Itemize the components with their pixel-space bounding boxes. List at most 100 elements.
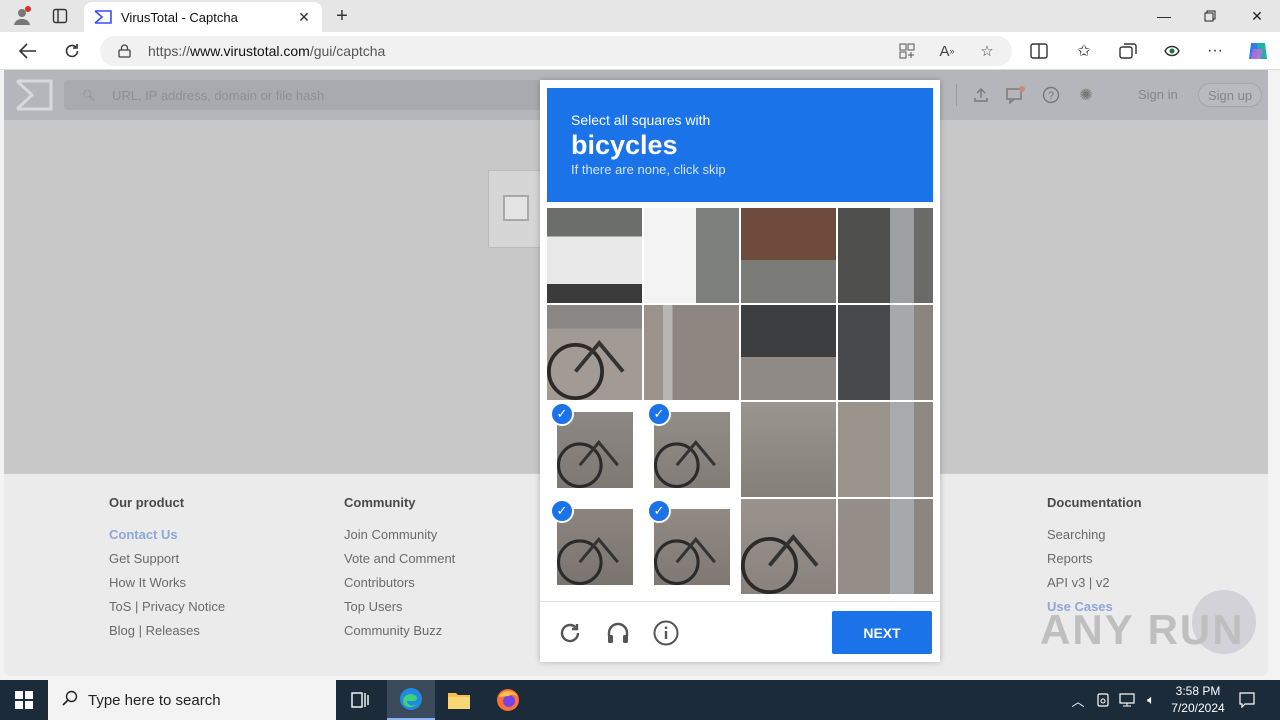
read-aloud-icon[interactable]: A» xyxy=(935,39,959,63)
footer-col-product: Our product Contact Us Get Support How I… xyxy=(109,474,225,646)
footer-link[interactable]: Reports xyxy=(1047,550,1142,574)
captcha-tile-image xyxy=(547,305,642,400)
tab-virustotal[interactable]: VirusTotal - Captcha ✕ xyxy=(84,2,322,32)
captcha-tile[interactable] xyxy=(644,305,739,400)
next-button[interactable]: NEXT xyxy=(832,611,932,654)
notifications-icon[interactable] xyxy=(1004,84,1028,106)
more-icon[interactable]: ··· xyxy=(1200,37,1230,65)
refresh-icon[interactable] xyxy=(57,37,87,65)
captcha-tile[interactable] xyxy=(741,208,836,303)
device-icon[interactable] xyxy=(1092,680,1114,720)
back-icon[interactable] xyxy=(13,37,43,65)
captcha-tile[interactable]: ✓ xyxy=(547,402,642,497)
captcha-tile[interactable]: ✓ xyxy=(644,402,739,497)
firefox-icon[interactable] xyxy=(484,680,532,720)
virustotal-logo-icon[interactable] xyxy=(14,78,54,112)
captcha-tile[interactable] xyxy=(838,402,933,497)
footer-link[interactable]: Blog | Releases xyxy=(109,622,225,646)
vt-search-input[interactable]: 🔍︎ URL, IP address, domain or file hash xyxy=(64,80,564,110)
footer-heading: Documentation xyxy=(1047,495,1142,510)
captcha-instruction: Select all squares with xyxy=(571,112,711,128)
footer-link[interactable]: Join Community xyxy=(344,526,455,550)
checkmark-icon: ✓ xyxy=(647,499,671,523)
volume-icon[interactable]: 🔈︎ xyxy=(1140,680,1162,720)
windows-start-icon[interactable] xyxy=(0,680,48,720)
restore-icon[interactable] xyxy=(1187,0,1233,32)
footer-col-documentation: Documentation Searching Reports API v3 |… xyxy=(1047,474,1142,622)
split-screen-icon[interactable] xyxy=(1024,37,1054,65)
captcha-checkbox[interactable] xyxy=(503,195,529,221)
extensions-icon[interactable] xyxy=(1157,37,1187,65)
captcha-tile-image xyxy=(741,402,836,497)
browser-tab-bar: VirusTotal - Captcha ✕ + — ✕ xyxy=(0,0,1280,32)
file-explorer-icon[interactable] xyxy=(435,680,483,720)
footer-link[interactable]: API v3 | v2 xyxy=(1047,574,1142,598)
footer-link[interactable]: Top Users xyxy=(344,598,455,622)
collections-icon[interactable] xyxy=(1113,37,1143,65)
captcha-tile-image xyxy=(741,305,836,400)
footer-heading: Our product xyxy=(109,495,185,510)
theme-toggle-icon[interactable]: ✺ xyxy=(1074,84,1098,106)
clock-date: 7/20/2024 xyxy=(1171,701,1225,715)
captcha-tile[interactable] xyxy=(547,208,642,303)
workspaces-icon[interactable] xyxy=(47,4,73,28)
network-icon[interactable] xyxy=(1116,680,1138,720)
captcha-tile-image xyxy=(838,499,933,594)
captcha-tile[interactable] xyxy=(741,305,836,400)
footer-link[interactable]: Vote and Comment xyxy=(344,550,455,574)
task-view-icon[interactable] xyxy=(336,680,384,720)
window-close-icon[interactable]: ✕ xyxy=(1234,0,1280,32)
info-icon[interactable] xyxy=(651,618,681,648)
chevron-up-icon[interactable]: ︿ xyxy=(1068,680,1088,720)
notification-center-icon[interactable] xyxy=(1236,680,1258,720)
audio-challenge-icon[interactable] xyxy=(603,618,633,648)
captcha-tile[interactable] xyxy=(741,402,836,497)
captcha-tile[interactable] xyxy=(547,305,642,400)
footer-link[interactable]: Contact Us xyxy=(109,526,225,550)
close-icon[interactable]: ✕ xyxy=(296,9,312,26)
profile-icon[interactable] xyxy=(9,4,35,28)
footer-link[interactable]: Contributors xyxy=(344,574,455,598)
footer-link[interactable]: How It Works xyxy=(109,574,225,598)
footer-link[interactable]: ToS | Privacy Notice xyxy=(109,598,225,622)
edge-browser-icon[interactable] xyxy=(387,680,435,720)
reload-icon[interactable] xyxy=(555,618,585,648)
sign-up-button[interactable]: Sign up xyxy=(1198,83,1262,107)
sign-in-link[interactable]: Sign in xyxy=(1138,87,1178,102)
captcha-tile[interactable] xyxy=(741,499,836,594)
footer-link[interactable]: Get Support xyxy=(109,550,225,574)
captcha-tile[interactable] xyxy=(644,208,739,303)
captcha-tile[interactable]: ✓ xyxy=(547,499,642,594)
favorites-icon[interactable]: ✩ xyxy=(1069,37,1099,65)
captcha-tile[interactable]: ✓ xyxy=(644,499,739,594)
taskbar-clock[interactable]: 3:58 PM 7/20/2024 xyxy=(1160,683,1236,717)
footer-col-community: Community Join Community Vote and Commen… xyxy=(344,474,455,646)
captcha-tile[interactable] xyxy=(838,499,933,594)
captcha-tile-image xyxy=(838,305,933,400)
tab-title: VirusTotal - Captcha xyxy=(121,9,238,25)
checkmark-icon: ✓ xyxy=(647,402,671,426)
app-install-icon[interactable] xyxy=(895,39,919,63)
copilot-icon[interactable] xyxy=(1243,37,1273,65)
help-icon[interactable]: ? xyxy=(1039,84,1063,106)
vt-search-placeholder: URL, IP address, domain or file hash xyxy=(111,87,325,103)
plus-icon[interactable]: + xyxy=(330,3,354,29)
captcha-target: bicycles xyxy=(571,130,678,160)
captcha-tile-image xyxy=(644,208,739,303)
minimize-icon[interactable]: — xyxy=(1141,0,1187,32)
captcha-tile[interactable] xyxy=(838,305,933,400)
checkmark-icon: ✓ xyxy=(550,499,574,523)
favorite-star-icon[interactable]: ☆ xyxy=(975,39,999,63)
taskbar-search-input[interactable]: Type here to search xyxy=(48,680,336,720)
url-input[interactable]: https://www.virustotal.com/gui/captcha xyxy=(100,36,1012,66)
captcha-checkbox-card xyxy=(488,170,544,248)
checkmark-icon: ✓ xyxy=(550,402,574,426)
footer-link[interactable]: Searching xyxy=(1047,526,1142,550)
captcha-tile[interactable] xyxy=(838,208,933,303)
lock-icon[interactable] xyxy=(118,44,132,58)
footer-link[interactable]: Community Buzz xyxy=(344,622,455,646)
captcha-hint: If there are none, click skip xyxy=(571,162,726,177)
upload-icon[interactable] xyxy=(969,84,993,106)
taskbar-search-placeholder: Type here to search xyxy=(88,691,221,709)
footer-heading: Community xyxy=(344,495,416,510)
